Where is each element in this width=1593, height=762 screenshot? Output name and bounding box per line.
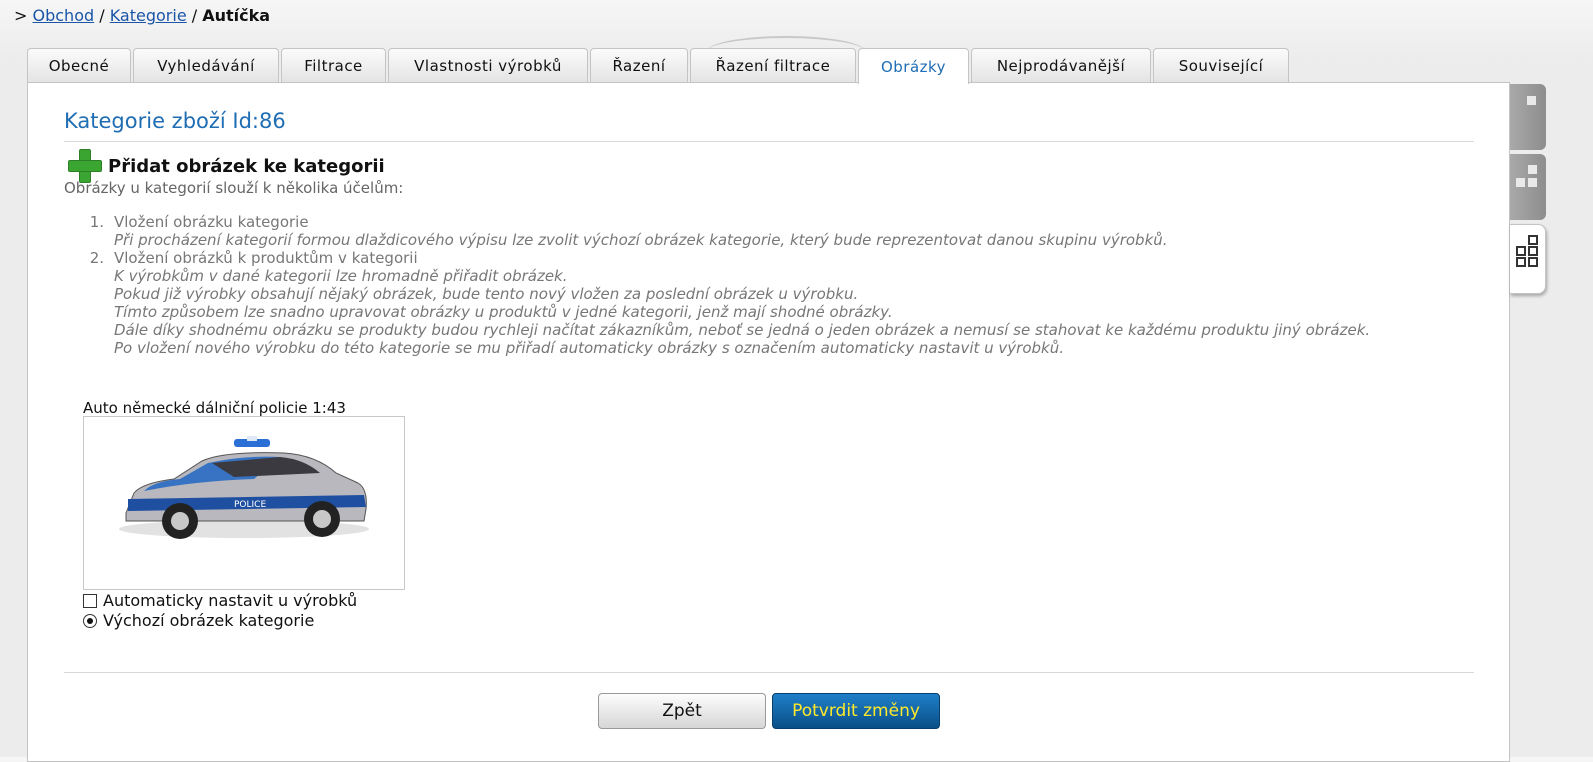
default-image-label[interactable]: Výchozí obrázek kategorie bbox=[103, 611, 314, 630]
add-image-row[interactable]: Přidat obrázek ke kategorii bbox=[68, 149, 385, 183]
back-button[interactable]: Zpět bbox=[598, 693, 766, 729]
large-tiles-button[interactable] bbox=[1510, 224, 1546, 294]
list-item-number: 1. bbox=[89, 213, 104, 231]
list-item-line: Po vložení nového výrobku do této katego… bbox=[114, 339, 1065, 357]
list-item-line: Při procházení kategorií formou dlaždico… bbox=[114, 231, 1168, 249]
default-image-radio[interactable] bbox=[83, 613, 97, 628]
list-item-number: 2. bbox=[89, 249, 104, 267]
title-divider bbox=[64, 141, 1474, 142]
car-police-text: POLICE bbox=[234, 500, 266, 510]
tab-nejprodavanejsi[interactable]: Nejprodávanější bbox=[971, 48, 1151, 83]
image-card-title: Auto německé dálniční policie 1:43 bbox=[83, 399, 346, 417]
auto-assign-option[interactable]: Automaticky nastavit u výrobků bbox=[83, 591, 357, 610]
confirm-button[interactable]: Potvrdit změny bbox=[772, 693, 940, 729]
list-item-line: Pokud již výrobky obsahují nějaký obráze… bbox=[114, 285, 859, 303]
list-item-line: K výrobkům v dané kategorii lze hromadně… bbox=[114, 267, 568, 285]
police-car-image: POLICE bbox=[119, 436, 369, 539]
tab-razeni-filtrace[interactable]: Řazení filtrace bbox=[690, 48, 856, 83]
breadcrumb-current: Autíčka bbox=[202, 6, 271, 25]
breadcrumb-prefix: > bbox=[14, 6, 28, 25]
breadcrumb-link-kategorie[interactable]: Kategorie bbox=[110, 6, 187, 25]
breadcrumb-separator: / bbox=[191, 6, 198, 25]
intro-text: Obrázky u kategorií slouží k několika úč… bbox=[64, 179, 404, 197]
footer-divider bbox=[64, 672, 1474, 673]
breadcrumb-separator: / bbox=[99, 6, 105, 25]
tab-souvisejici[interactable]: Související bbox=[1153, 48, 1289, 83]
tab-bar: Obecné Vyhledávání Filtrace Vlastnosti v… bbox=[27, 48, 1291, 84]
small-tiles-button[interactable] bbox=[1510, 154, 1546, 220]
tab-vyhledavani[interactable]: Vyhledávání bbox=[133, 48, 279, 83]
content-panel: Kategorie zboží Id:86 Přidat obrázek ke … bbox=[27, 82, 1510, 762]
list-item-line: Dále díky shodnému obrázku se produkty b… bbox=[114, 321, 1371, 339]
list-view-icon bbox=[1527, 96, 1536, 105]
add-plus-icon[interactable] bbox=[68, 149, 102, 183]
list-item-title: Vložení obrázků k produktům v kategorii bbox=[114, 249, 418, 267]
list-item: 1. Vložení obrázku kategorie Při procház… bbox=[88, 213, 1370, 249]
tab-razeni[interactable]: Řazení bbox=[590, 48, 688, 83]
page-title: Kategorie zboží Id:86 bbox=[64, 109, 286, 133]
image-card-thumbnail[interactable]: POLICE bbox=[83, 416, 405, 590]
breadcrumb-link-obchod[interactable]: Obchod bbox=[33, 6, 95, 25]
list-item-title: Vložení obrázku kategorie bbox=[114, 213, 309, 231]
list-view-button[interactable] bbox=[1510, 84, 1546, 150]
auto-assign-label[interactable]: Automaticky nastavit u výrobků bbox=[103, 591, 357, 610]
tab-obrazky[interactable]: Obrázky bbox=[858, 48, 969, 84]
default-image-option[interactable]: Výchozí obrázek kategorie bbox=[83, 611, 314, 630]
auto-assign-checkbox[interactable] bbox=[83, 593, 97, 608]
purpose-list: 1. Vložení obrázku kategorie Při procház… bbox=[88, 213, 1371, 357]
add-image-label[interactable]: Přidat obrázek ke kategorii bbox=[108, 156, 385, 177]
tab-obecne[interactable]: Obecné bbox=[27, 48, 131, 83]
tab-filtrace[interactable]: Filtrace bbox=[281, 48, 386, 83]
tab-vlastnosti-vyrobku[interactable]: Vlastnosti výrobků bbox=[388, 48, 588, 83]
breadcrumb: > Obchod / Kategorie / Autíčka bbox=[14, 6, 270, 25]
list-item: 2. Vložení obrázků k produktům v kategor… bbox=[88, 249, 1371, 357]
list-item-line: Tímto způsobem lze snadno upravovat obrá… bbox=[114, 303, 893, 321]
